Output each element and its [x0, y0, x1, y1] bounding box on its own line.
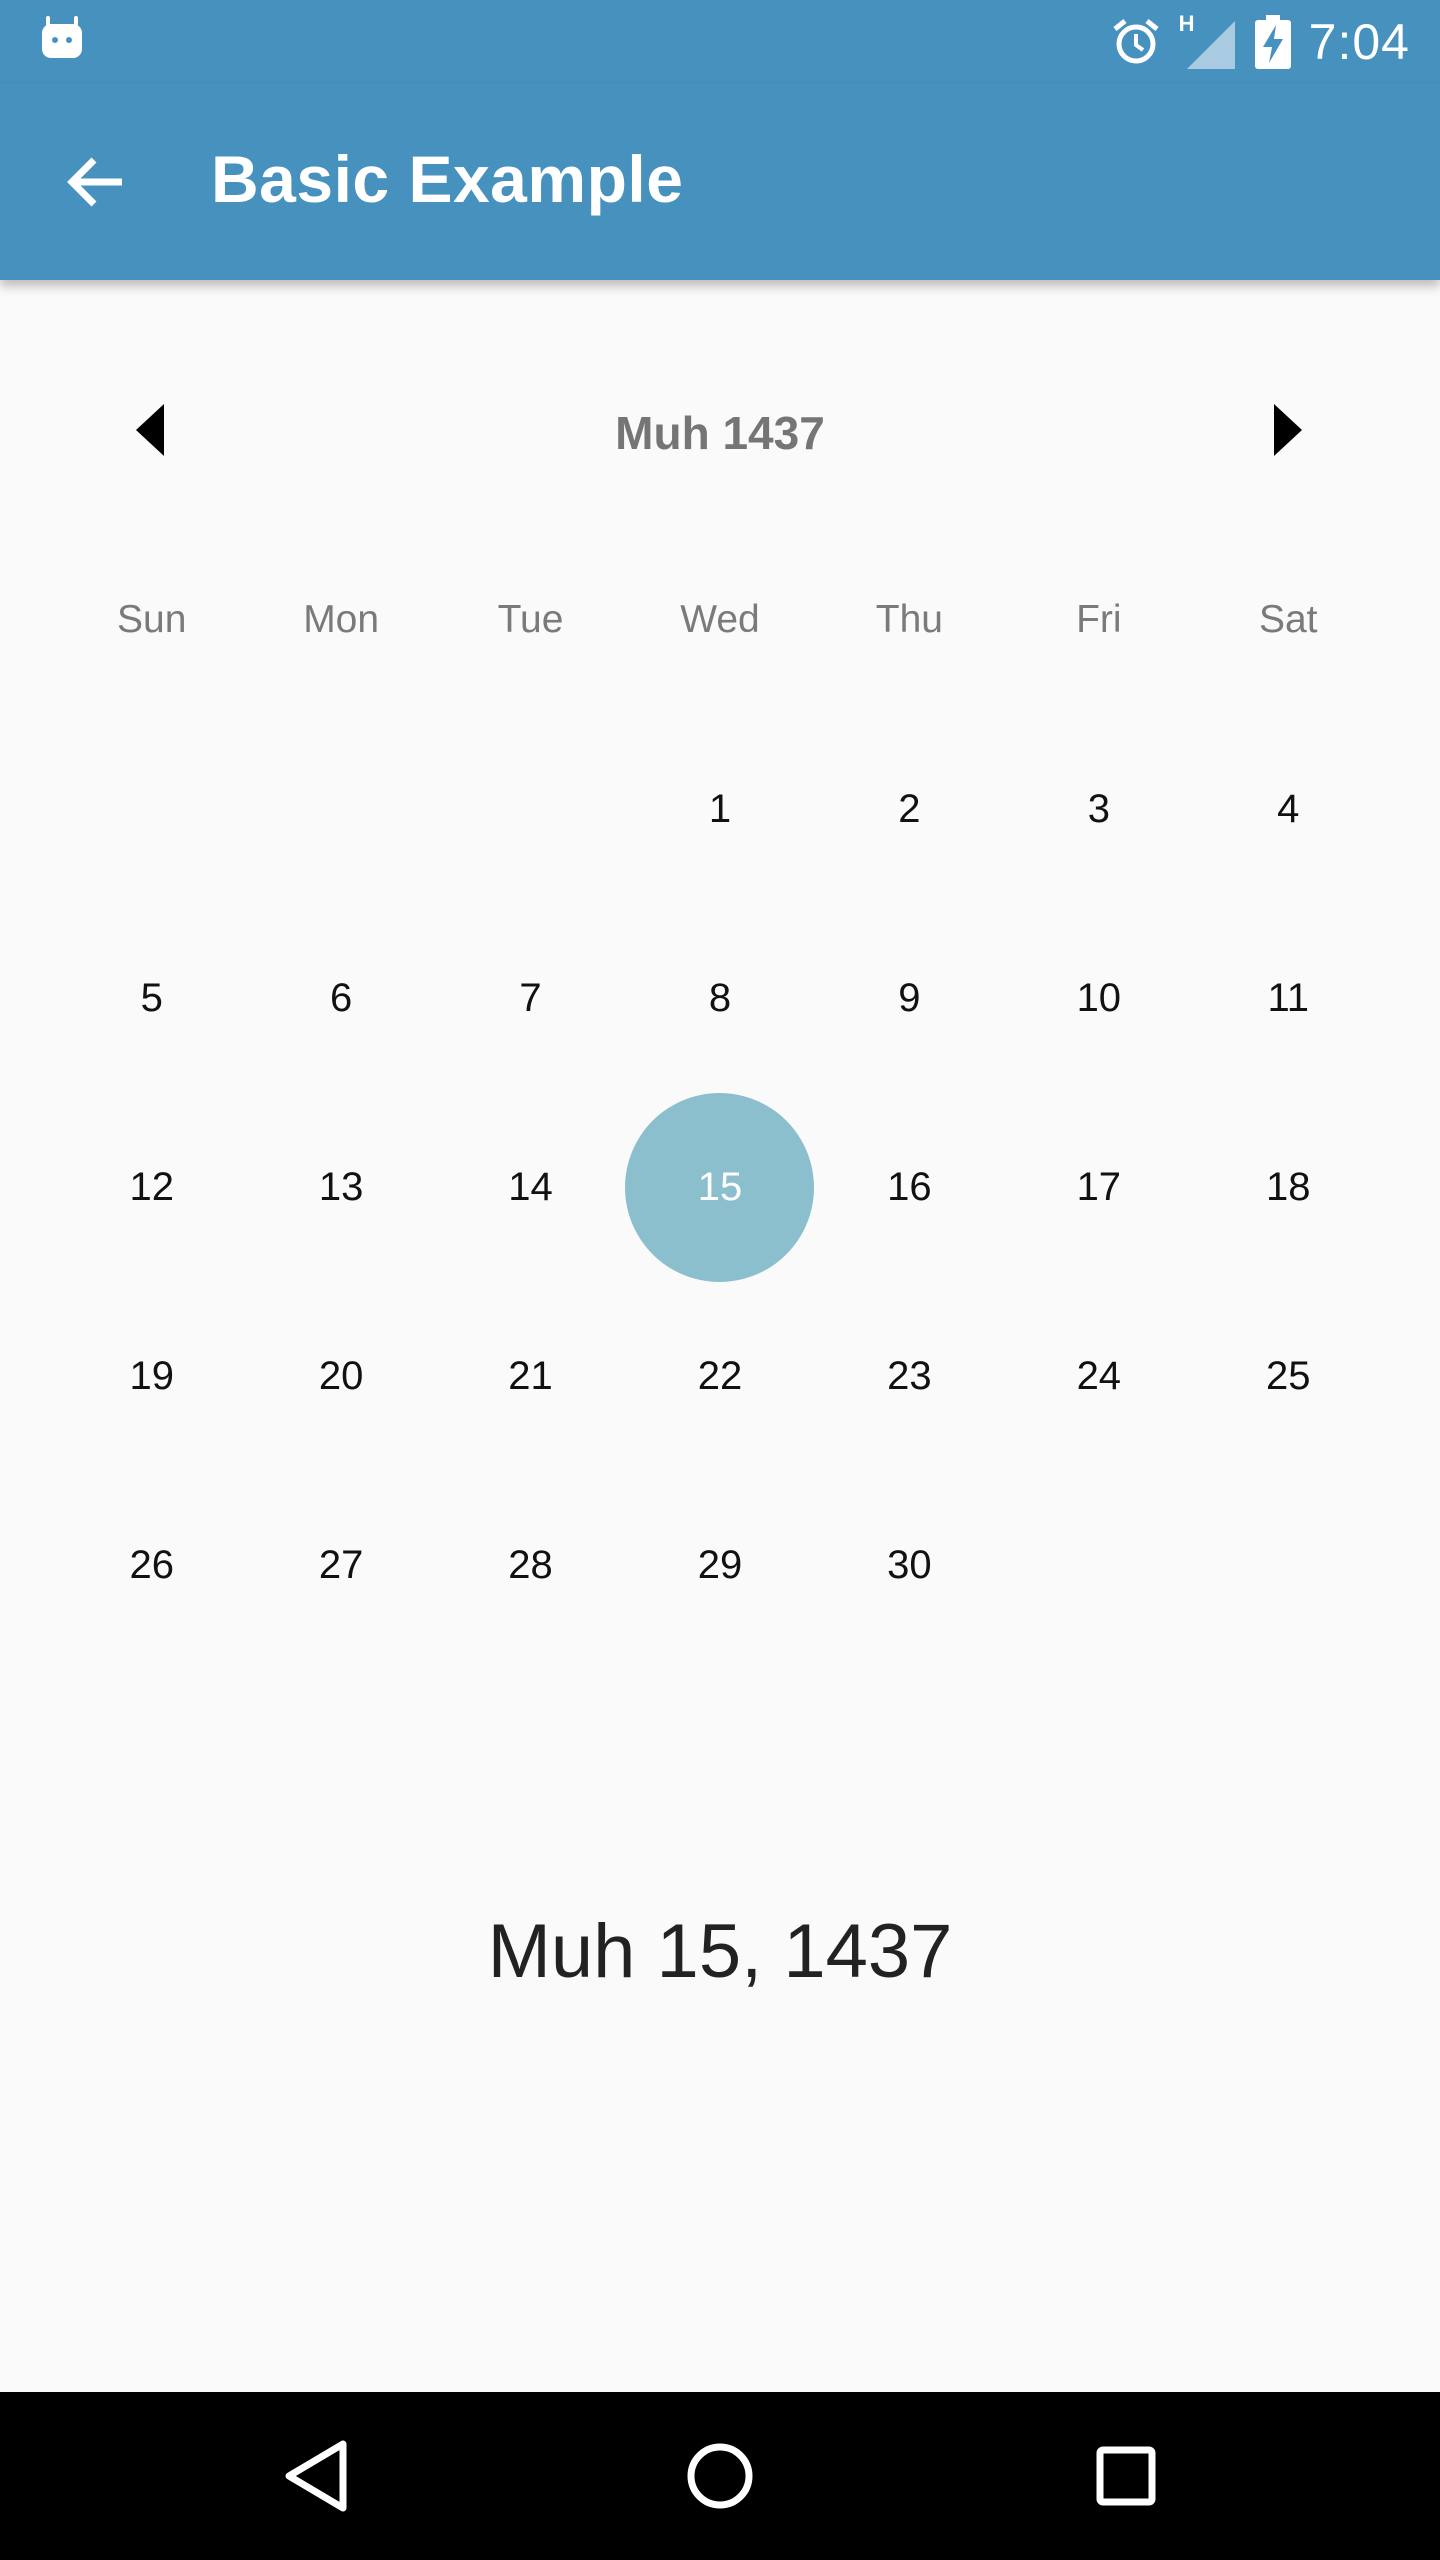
day-cell[interactable]: 5	[57, 904, 246, 1093]
month-navigation: Muh 1437	[0, 360, 1440, 500]
day-cell[interactable]: 9	[815, 904, 1004, 1093]
day-number: 18	[1265, 1165, 1311, 1209]
arrow-back-icon	[67, 157, 122, 207]
nav-back-icon	[285, 2440, 347, 2512]
day-number: 20	[318, 1354, 364, 1398]
day-cell[interactable]: 21	[436, 1282, 625, 1471]
empty-day-cell	[1194, 1471, 1383, 1660]
day-cell[interactable]: 10	[1004, 904, 1193, 1093]
day-cell[interactable]: 4	[1194, 715, 1383, 904]
day-number: 9	[898, 976, 921, 1020]
day-cell[interactable]: 13	[246, 1093, 435, 1282]
day-cell[interactable]: 11	[1194, 904, 1383, 1093]
day-number: 19	[129, 1354, 174, 1398]
empty-day-cell	[246, 715, 435, 904]
day-cell[interactable]: 18	[1194, 1093, 1383, 1282]
nav-back-button[interactable]	[266, 2426, 366, 2526]
day-number: 8	[708, 976, 732, 1020]
triangle-right-icon	[1274, 404, 1302, 456]
app-bar: Basic Example	[0, 84, 1440, 280]
alarm-icon	[1113, 19, 1159, 64]
day-number: 25	[1265, 1354, 1311, 1398]
page-title: Basic Example	[211, 142, 684, 216]
day-cell[interactable]: 17	[1004, 1093, 1193, 1282]
day-number: 11	[1267, 976, 1309, 1020]
day-number: 1	[708, 787, 732, 831]
back-button[interactable]	[48, 134, 144, 230]
day-number: 29	[697, 1543, 743, 1587]
day-number: 27	[318, 1543, 364, 1587]
day-number: 17	[1076, 1165, 1122, 1209]
system-navigation-bar	[0, 2392, 1440, 2560]
day-cell[interactable]: 24	[1004, 1282, 1193, 1471]
selected-day-number: 15	[625, 1093, 815, 1282]
day-cell[interactable]: 27	[246, 1471, 435, 1660]
status-bar: H 7:04	[0, 0, 1440, 84]
empty-day-cell	[436, 715, 625, 904]
nav-recents-icon	[1096, 2446, 1156, 2506]
day-cell[interactable]: 30	[815, 1471, 1004, 1660]
day-cell[interactable]: 26	[57, 1471, 246, 1660]
day-number: 12	[129, 1165, 174, 1209]
weekday-thu: Thu	[875, 598, 943, 641]
empty-day-cell	[1004, 1471, 1193, 1660]
day-cell[interactable]: 6	[246, 904, 435, 1093]
day-number: 16	[887, 1165, 932, 1209]
day-cell[interactable]: 8	[625, 904, 814, 1093]
day-number: 22	[697, 1354, 743, 1398]
weekday-wed: Wed	[680, 598, 760, 641]
day-number: 2	[898, 787, 921, 831]
day-number: 23	[887, 1354, 932, 1398]
status-time: 7:04	[1308, 14, 1410, 70]
weekday-sat: Sat	[1258, 598, 1318, 641]
day-number: 14	[508, 1165, 553, 1209]
day-cell[interactable]: 7	[436, 904, 625, 1093]
day-number: 21	[508, 1354, 553, 1398]
day-cell[interactable]: 16	[815, 1093, 1004, 1282]
day-cell[interactable]: 22	[625, 1282, 814, 1471]
day-number: 26	[129, 1543, 174, 1587]
weekday-mon: Mon	[303, 598, 380, 641]
day-number: 30	[887, 1543, 932, 1587]
day-number: 28	[508, 1543, 553, 1587]
day-number: 24	[1076, 1354, 1122, 1398]
weekday-tue: Tue	[497, 598, 564, 641]
day-cell[interactable]: 25	[1194, 1282, 1383, 1471]
day-cell[interactable]: 23	[815, 1282, 1004, 1471]
day-cell[interactable]: 2	[815, 715, 1004, 904]
day-cell[interactable]: 20	[246, 1282, 435, 1471]
day-number: 3	[1087, 787, 1110, 831]
month-title: Muh 1437	[615, 407, 825, 459]
day-number: 13	[318, 1165, 364, 1209]
day-cell[interactable]: 12	[57, 1093, 246, 1282]
day-cell[interactable]: 1	[625, 715, 814, 904]
weekday-header: Sun Mon Tue Wed Thu Fri Sat	[57, 580, 1383, 660]
selected-date-display: Muh 15, 1437	[487, 1909, 953, 1994]
day-cell[interactable]: 15	[625, 1093, 815, 1282]
weekday-sun: Sun	[117, 598, 187, 641]
day-cell[interactable]: 3	[1004, 715, 1193, 904]
day-number: 7	[519, 976, 542, 1020]
android-icon	[42, 16, 82, 58]
day-cell[interactable]: 19	[57, 1282, 246, 1471]
next-month-button[interactable]	[1238, 380, 1338, 480]
day-cell[interactable]: 28	[436, 1471, 625, 1660]
day-number: 10	[1076, 976, 1122, 1020]
empty-day-cell	[57, 715, 246, 904]
nav-home-icon	[687, 2443, 753, 2509]
day-number: 5	[140, 976, 163, 1020]
day-number: 4	[1277, 787, 1300, 831]
signal-icon: H	[1179, 11, 1237, 71]
weekday-fri: Fri	[1076, 598, 1122, 641]
nav-recents-button[interactable]	[1076, 2426, 1176, 2526]
day-number: 6	[330, 976, 353, 1020]
battery-charging-icon	[1254, 15, 1291, 69]
day-cell[interactable]: 14	[436, 1093, 625, 1282]
nav-home-button[interactable]	[670, 2426, 770, 2526]
day-cell[interactable]: 29	[625, 1471, 814, 1660]
calendar-days-grid: 1 2 3 4 5 6 7 8 9 10 11 12 13 14 15 16 17 18 19 20 21 22 23 24 2…	[57, 715, 1383, 1660]
